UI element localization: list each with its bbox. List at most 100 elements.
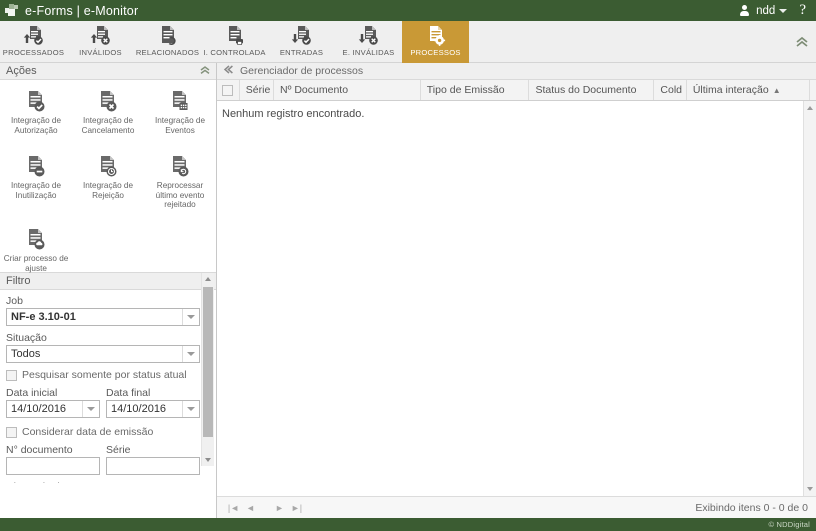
- data-inicial-label: Data inicial: [6, 387, 100, 399]
- grid-column-tipo-emissao[interactable]: Tipo de Emissão: [421, 80, 530, 100]
- action-label: Integração de Autorização: [1, 116, 71, 135]
- actions-panel-title: Ações: [6, 65, 37, 77]
- grid-header-row: Série Nº Documento Tipo de Emissão Statu…: [217, 80, 816, 101]
- previous-page-button[interactable]: ◄: [242, 500, 259, 516]
- breadcrumb: Gerenciador de processos: [217, 63, 816, 80]
- document-print-icon: [222, 24, 248, 46]
- breadcrumb-label: Gerenciador de processos: [240, 65, 363, 77]
- grid-select-all-header[interactable]: [217, 80, 240, 100]
- chevron-down-icon[interactable]: [779, 9, 787, 13]
- action-label: Reprocessar último evento rejeitado: [145, 181, 215, 210]
- scroll-up-icon[interactable]: [804, 102, 816, 114]
- chave-documento-label: Chave do documento: [6, 481, 200, 483]
- situacao-value: Todos: [7, 348, 40, 360]
- ribbon-tab-bar: PROCESSADOS INVÁLIDOS: [0, 21, 816, 63]
- tab-relacionados[interactable]: RELACIONADOS: [134, 21, 201, 63]
- serie-input[interactable]: [106, 457, 200, 475]
- action-label: Integração de Cancelamento: [73, 116, 143, 135]
- data-inicial-datepicker[interactable]: 14/10/2016: [6, 400, 100, 418]
- grid-body: Nenhum registro encontrado.: [217, 101, 816, 496]
- scroll-down-icon[interactable]: [804, 483, 816, 495]
- action-integracao-cancelamento[interactable]: Integração de Cancelamento: [72, 84, 144, 135]
- tab-invalidos[interactable]: INVÁLIDOS: [67, 21, 134, 63]
- user-avatar-icon[interactable]: [738, 4, 751, 17]
- date-range-row: Data inicial 14/10/2016 Data final 14/10…: [6, 387, 200, 424]
- action-label: Integração de Inutilização: [1, 181, 71, 200]
- job-label: Job: [6, 295, 200, 307]
- tab-e-invalidas[interactable]: E. INVÁLIDAS: [335, 21, 402, 63]
- collapse-actions-icon[interactable]: [199, 64, 211, 78]
- document-events-icon: [167, 90, 193, 113]
- title-bar: e-Forms | e-Monitor ndd ?: [0, 0, 816, 21]
- next-page-button[interactable]: ►: [271, 500, 288, 516]
- grid-column-status-documento[interactable]: Status do Documento: [529, 80, 654, 100]
- actions-row-2: Integração de Inutilização: [0, 149, 216, 210]
- grid-column-ultima-interacao[interactable]: Última interação ▲: [687, 80, 810, 100]
- documento-serie-row: N° documento Série: [6, 444, 200, 481]
- grid-scrollbar[interactable]: [803, 101, 816, 496]
- tab-processos[interactable]: PROCESSOS: [402, 21, 469, 63]
- data-inicial-value: 14/10/2016: [7, 403, 66, 415]
- tab-processados[interactable]: PROCESSADOS: [0, 21, 67, 63]
- data-final-value: 14/10/2016: [107, 403, 166, 415]
- action-label: Integração de Rejeição: [73, 181, 143, 200]
- status-atual-label: Pesquisar somente por status atual: [22, 369, 187, 381]
- status-atual-checkbox-row[interactable]: Pesquisar somente por status atual: [6, 369, 200, 381]
- action-integracao-eventos[interactable]: Integração de Eventos: [144, 84, 216, 135]
- scroll-down-icon[interactable]: [202, 454, 214, 466]
- filter-scrollbar[interactable]: [201, 273, 214, 466]
- filter-panel: Filtro Job NF-e 3.10-01 Situação Todos P…: [0, 273, 216, 531]
- select-all-checkbox[interactable]: [222, 85, 233, 96]
- filter-scrollbar-thumb[interactable]: [203, 287, 213, 437]
- document-minus-icon: [23, 155, 49, 178]
- data-emissao-label: Considerar data de emissão: [22, 426, 153, 438]
- collapse-ribbon-icon[interactable]: [794, 34, 810, 48]
- serie-label: Série: [106, 444, 200, 456]
- grid-column-serie[interactable]: Série: [240, 80, 274, 100]
- empty-state-message: Nenhum registro encontrado.: [217, 101, 816, 120]
- tab-entradas[interactable]: ENTRADAS: [268, 21, 335, 63]
- grid-column-n-documento[interactable]: Nº Documento: [274, 80, 421, 100]
- chevron-down-icon[interactable]: [182, 309, 199, 325]
- action-reprocessar-ultimo-evento-rejeitado[interactable]: Reprocessar último evento rejeitado: [144, 149, 216, 210]
- job-select[interactable]: NF-e 3.10-01: [6, 308, 200, 326]
- n-documento-input[interactable]: [6, 457, 100, 475]
- document-reprocess-icon: [167, 155, 193, 178]
- document-clock-icon: [95, 155, 121, 178]
- data-emissao-checkbox[interactable]: [6, 427, 17, 438]
- first-page-button[interactable]: |◄: [225, 500, 242, 516]
- job-value: NF-e 3.10-01: [7, 311, 76, 323]
- document-upload-check-icon: [21, 24, 47, 46]
- sort-ascending-icon: ▲: [773, 86, 781, 95]
- grid-column-cold[interactable]: Cold: [654, 80, 686, 100]
- data-emissao-checkbox-row[interactable]: Considerar data de emissão: [6, 426, 200, 438]
- chevron-down-icon[interactable]: [82, 401, 99, 417]
- status-atual-checkbox[interactable]: [6, 370, 17, 381]
- left-panel: Ações: [0, 63, 217, 518]
- tab-label: INVÁLIDOS: [79, 48, 122, 57]
- situacao-label: Situação: [6, 332, 200, 344]
- document-link-icon: [155, 24, 181, 46]
- chevron-down-icon[interactable]: [182, 346, 199, 362]
- n-documento-label: N° documento: [6, 444, 100, 456]
- tab-i-controlada[interactable]: I. CONTROLADA: [201, 21, 268, 63]
- action-criar-processo-de-ajuste[interactable]: Criar processo de ajuste: [0, 222, 72, 273]
- action-integracao-rejeicao[interactable]: Integração de Rejeição: [72, 149, 144, 210]
- document-download-check-icon: [289, 24, 315, 46]
- situacao-select[interactable]: Todos: [6, 345, 200, 363]
- data-final-datepicker[interactable]: 14/10/2016: [106, 400, 200, 418]
- action-integracao-inutilizacao[interactable]: Integração de Inutilização: [0, 149, 72, 210]
- column-label: Série: [246, 84, 271, 96]
- help-icon[interactable]: ?: [799, 3, 810, 18]
- action-integracao-autorizacao[interactable]: Integração de Autorização: [0, 84, 72, 135]
- data-final-label: Data final: [106, 387, 200, 399]
- collapse-sidebar-icon[interactable]: [222, 64, 234, 78]
- footer-left-fill: [0, 518, 217, 531]
- last-page-button[interactable]: ►|: [288, 500, 305, 516]
- main-content: Gerenciador de processos Série Nº Docume…: [217, 63, 816, 518]
- column-label: Status do Documento: [535, 84, 636, 96]
- user-name-label[interactable]: ndd: [756, 5, 775, 17]
- scroll-up-icon[interactable]: [202, 273, 214, 285]
- chevron-down-icon[interactable]: [182, 401, 199, 417]
- tab-label: ENTRADAS: [280, 48, 323, 57]
